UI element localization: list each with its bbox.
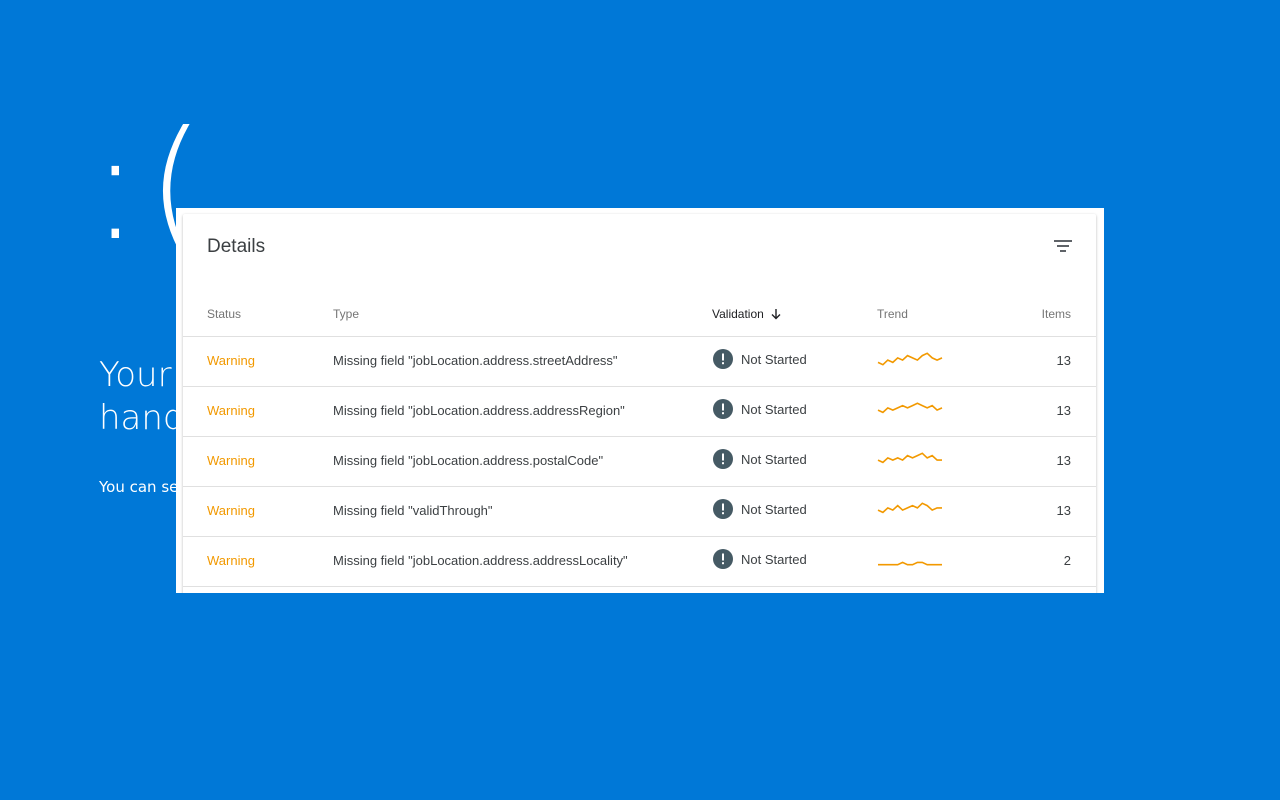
exclamation-circle-icon: [713, 549, 733, 569]
table-row[interactable]: Warning Missing field "jobLocation.addre…: [183, 337, 1096, 387]
validation-label: Not Started: [741, 351, 807, 367]
details-title: Details: [207, 236, 266, 257]
trend-sparkline: [877, 502, 942, 514]
exclamation-circle-icon: [713, 499, 733, 519]
status-warning: Warning: [207, 353, 255, 368]
details-panel-frame: Details Status Type Validation Trend Ite…: [176, 208, 1104, 593]
column-header-items[interactable]: Items: [1042, 307, 1071, 321]
column-header-validation-label: Validation: [712, 307, 764, 321]
validation-label: Not Started: [741, 401, 807, 417]
trend-sparkline: [877, 352, 943, 366]
arrow-down-icon: [771, 308, 781, 320]
trend-line: [878, 561, 942, 566]
status-warning: Warning: [207, 403, 255, 418]
items-count: 2: [1063, 553, 1071, 568]
table-row[interactable]: Warning Missing field "jobLocation.addre…: [183, 437, 1096, 487]
items-count: 13: [1056, 503, 1071, 518]
trend-line: [877, 352, 943, 366]
table-body: Warning Missing field "jobLocation.addre…: [183, 337, 1096, 587]
table-row[interactable]: Warning Missing field "jobLocation.addre…: [183, 387, 1096, 437]
validation-status: Not Started: [713, 549, 807, 569]
table-row[interactable]: Warning Missing field "jobLocation.addre…: [183, 537, 1096, 587]
status-warning: Warning: [207, 503, 255, 518]
column-header-type[interactable]: Type: [333, 307, 359, 321]
validation-status: Not Started: [713, 449, 807, 469]
issue-type: Missing field "validThrough": [333, 503, 493, 518]
status-warning: Warning: [207, 553, 255, 568]
column-header-status[interactable]: Status: [207, 307, 241, 321]
validation-label: Not Started: [741, 551, 807, 567]
validation-status: Not Started: [713, 399, 807, 419]
issue-type: Missing field "jobLocation.address.addre…: [333, 553, 628, 568]
issue-type: Missing field "jobLocation.address.posta…: [333, 453, 604, 468]
column-header-validation[interactable]: Validation: [712, 307, 782, 321]
column-header-trend[interactable]: Trend: [877, 307, 908, 321]
status-warning: Warning: [207, 453, 255, 468]
trend-line: [877, 502, 942, 514]
items-count: 13: [1056, 453, 1071, 468]
filter-button[interactable]: [1052, 235, 1074, 257]
details-card: Details Status Type Validation Trend Ite…: [183, 214, 1096, 593]
trend-sparkline: [878, 561, 942, 566]
table-header: Status Type Validation Trend Items: [183, 294, 1096, 337]
trend-sparkline: [877, 452, 942, 464]
validation-status: Not Started: [713, 349, 807, 369]
trend-sparkline: [877, 402, 943, 414]
table-row[interactable]: Warning Missing field "validThrough" Not…: [183, 487, 1096, 537]
error-subtitle: You can se: [99, 478, 179, 496]
exclamation-circle-icon: [713, 349, 733, 369]
trend-line: [877, 402, 943, 414]
validation-label: Not Started: [741, 451, 807, 467]
items-count: 13: [1056, 353, 1071, 368]
validation-status: Not Started: [713, 499, 807, 519]
issue-type: Missing field "jobLocation.address.addre…: [333, 403, 625, 418]
issue-type: Missing field "jobLocation.address.stree…: [333, 353, 618, 368]
exclamation-circle-icon: [713, 449, 733, 469]
validation-label: Not Started: [741, 501, 807, 517]
filter-list-icon: [1054, 240, 1072, 252]
trend-line: [877, 452, 942, 464]
items-count: 13: [1056, 403, 1071, 418]
exclamation-circle-icon: [713, 399, 733, 419]
